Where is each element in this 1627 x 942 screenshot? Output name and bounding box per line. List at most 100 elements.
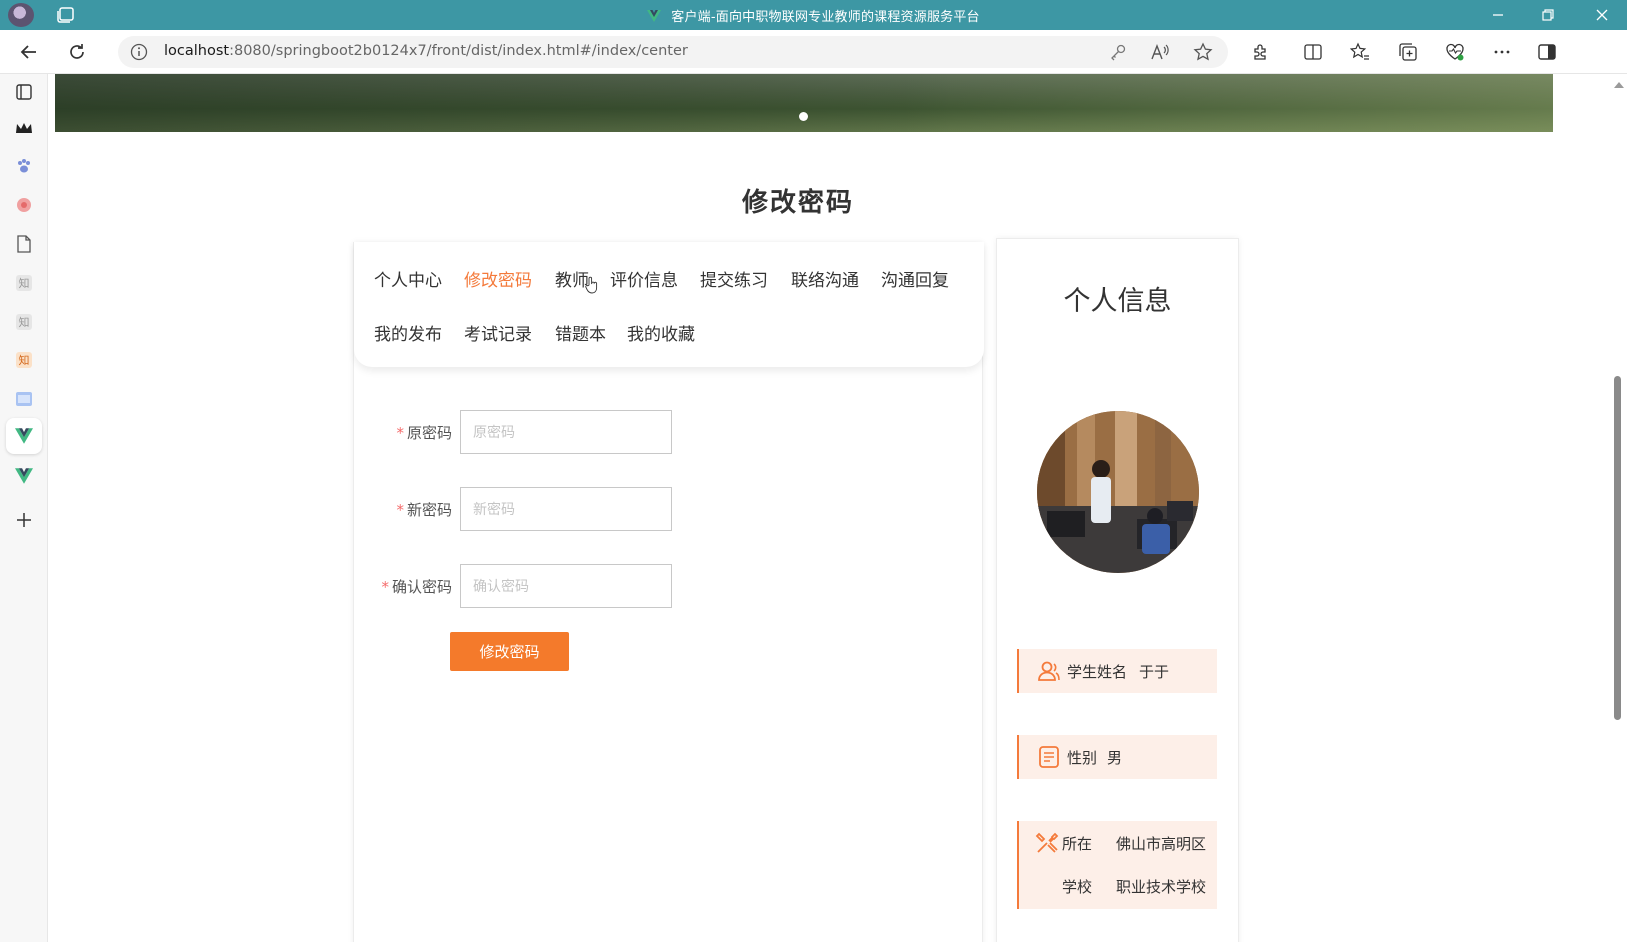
old-password-label: * 原密码 xyxy=(396,422,452,443)
favorite-star-icon[interactable] xyxy=(1191,40,1215,64)
tab-icon-paw[interactable] xyxy=(12,154,36,178)
menu-item-my-favorites[interactable]: 我的收藏 xyxy=(627,320,695,345)
page-scrollbar[interactable] xyxy=(1610,74,1627,942)
required-mark: * xyxy=(381,578,389,596)
scroll-up-arrow-icon[interactable] xyxy=(1614,82,1624,88)
password-key-icon[interactable] xyxy=(1106,40,1130,64)
tab-panel-icon[interactable] xyxy=(12,80,36,104)
split-screen-icon xyxy=(1304,44,1322,60)
menu-item-mistake-book[interactable]: 错题本 xyxy=(555,320,606,345)
menu-item-teacher[interactable]: 教师 xyxy=(555,266,589,291)
gender-label: 性别 xyxy=(1067,749,1098,767)
extensions-button[interactable] xyxy=(1249,40,1273,64)
confirm-password-row: * 确认密码 xyxy=(354,564,984,608)
tab-icon-window[interactable] xyxy=(12,387,36,411)
browser-toolbar: localhost:8080/springboot2b0124x7/front/… xyxy=(0,30,1627,74)
carousel-indicator-dot[interactable] xyxy=(799,112,808,121)
restore-icon xyxy=(1542,9,1554,21)
ellipsis-icon xyxy=(1494,50,1510,54)
plus-icon xyxy=(17,513,31,527)
close-icon xyxy=(1596,9,1608,21)
refresh-button[interactable] xyxy=(64,39,90,65)
profile-card: 个人信息 学生姓名 于于 性别 男 所在 佛山市高明区 学校 职业技术学校 xyxy=(996,238,1239,942)
browser-essentials-button[interactable] xyxy=(1443,40,1467,64)
confirm-password-input[interactable] xyxy=(460,564,672,608)
svg-text:知: 知 xyxy=(19,353,30,367)
gender-value: 男 xyxy=(1107,749,1123,767)
tab-icon-vue[interactable] xyxy=(12,464,36,488)
tab-icon-zhi-gray-1[interactable]: 知 xyxy=(12,271,36,295)
student-name-value: 于于 xyxy=(1139,663,1170,681)
tab-icon-vue-active[interactable] xyxy=(6,418,42,454)
location-label: 所在 xyxy=(1062,835,1093,853)
info-gender: 性别 男 xyxy=(1017,735,1217,779)
banner-highlight xyxy=(903,74,1553,132)
url-host: localhost xyxy=(164,43,230,59)
menu-item-replies[interactable]: 沟通回复 xyxy=(881,266,949,291)
menu-item-exam-records[interactable]: 考试记录 xyxy=(464,320,532,345)
old-password-row: * 原密码 xyxy=(354,410,984,454)
add-tab-button[interactable] xyxy=(12,508,36,532)
sidebar-toggle-button[interactable] xyxy=(1535,40,1559,64)
svg-text:知: 知 xyxy=(19,276,30,290)
info-student-name: 学生姓名 于于 xyxy=(1017,649,1217,693)
sidebar-toggle-icon xyxy=(1538,44,1556,60)
menu-item-contact[interactable]: 联络沟通 xyxy=(791,266,859,291)
collections-button[interactable] xyxy=(1396,40,1420,64)
more-menu-button[interactable] xyxy=(1490,40,1514,64)
avatar xyxy=(1037,411,1199,573)
menu-item-personal-center[interactable]: 个人中心 xyxy=(374,266,442,291)
page-content: 修改密码 个人中心 修改密码 教师 评价信息 提交练习 联络沟通 沟通回复 我的… xyxy=(48,74,1610,942)
browser-titlebar: 客户端-面向中职物联网专业教师的课程资源服务平台 xyxy=(0,0,1627,30)
old-password-label-text: 原密码 xyxy=(406,424,452,442)
menu-item-change-password[interactable]: 修改密码 xyxy=(464,266,532,291)
banner-image xyxy=(55,74,1553,132)
url-path: :8080/springboot2b0124x7/front/dist/inde… xyxy=(229,43,688,59)
close-window-button[interactable] xyxy=(1590,4,1614,26)
arrow-left-icon xyxy=(20,45,36,59)
heart-pulse-icon xyxy=(1446,43,1464,61)
tab-icon-zhi-orange[interactable]: 知 xyxy=(12,348,36,372)
minimize-button[interactable] xyxy=(1486,4,1510,26)
scrollbar-thumb[interactable] xyxy=(1614,376,1621,720)
tab-icon-zhi-gray-2[interactable]: 知 xyxy=(12,310,36,334)
browser-sidebar: 知 知 知 xyxy=(0,74,48,942)
page-title: 修改密码 xyxy=(741,188,854,218)
window-title: 客户端-面向中职物联网专业教师的课程资源服务平台 xyxy=(0,6,1627,25)
menu-item-submit-exercise[interactable]: 提交练习 xyxy=(700,266,768,291)
new-password-label-text: 新密码 xyxy=(406,501,452,519)
new-password-input[interactable] xyxy=(460,487,672,531)
address-bar[interactable]: localhost:8080/springboot2b0124x7/front/… xyxy=(118,36,1228,68)
vue-logo-icon xyxy=(647,10,662,22)
confirm-password-label: * 确认密码 xyxy=(381,576,452,597)
center-menu: 个人中心 修改密码 教师 评价信息 提交练习 联络沟通 沟通回复 我的发布 考试… xyxy=(354,242,984,367)
new-password-label: * 新密码 xyxy=(396,499,452,520)
profile-title: 个人信息 xyxy=(1063,286,1172,317)
tab-icon-record[interactable] xyxy=(12,193,36,217)
back-button[interactable] xyxy=(16,39,42,65)
document-icon xyxy=(1039,746,1059,768)
user-icon xyxy=(1038,661,1060,681)
puzzle-icon xyxy=(1254,44,1266,60)
menu-item-my-posts[interactable]: 我的发布 xyxy=(374,320,442,345)
refresh-icon xyxy=(70,44,84,59)
change-password-button[interactable]: 修改密码 xyxy=(450,632,569,671)
restore-button[interactable] xyxy=(1536,4,1560,26)
url-text[interactable]: localhost:8080/springboot2b0124x7/front/… xyxy=(164,43,688,59)
svg-text:知: 知 xyxy=(19,315,30,329)
menu-item-evaluations[interactable]: 评价信息 xyxy=(610,266,678,291)
info-icon[interactable] xyxy=(130,43,148,61)
favorites-list-icon xyxy=(1350,42,1369,60)
location-value: 佛山市高明区 xyxy=(1116,835,1207,853)
old-password-input[interactable] xyxy=(460,410,672,454)
required-mark: * xyxy=(396,424,404,442)
read-aloud-icon[interactable] xyxy=(1148,40,1172,64)
tab-icon-crown[interactable] xyxy=(12,116,36,140)
main-card: 个人中心 修改密码 教师 评价信息 提交练习 联络沟通 沟通回复 我的发布 考试… xyxy=(353,242,984,942)
favorites-button[interactable] xyxy=(1348,40,1372,64)
student-name-label: 学生姓名 xyxy=(1067,663,1128,681)
split-screen-button[interactable] xyxy=(1301,40,1325,64)
tab-icon-document[interactable] xyxy=(12,232,36,256)
new-password-row: * 新密码 xyxy=(354,487,984,531)
window-title-text: 客户端-面向中职物联网专业教师的课程资源服务平台 xyxy=(671,10,980,25)
